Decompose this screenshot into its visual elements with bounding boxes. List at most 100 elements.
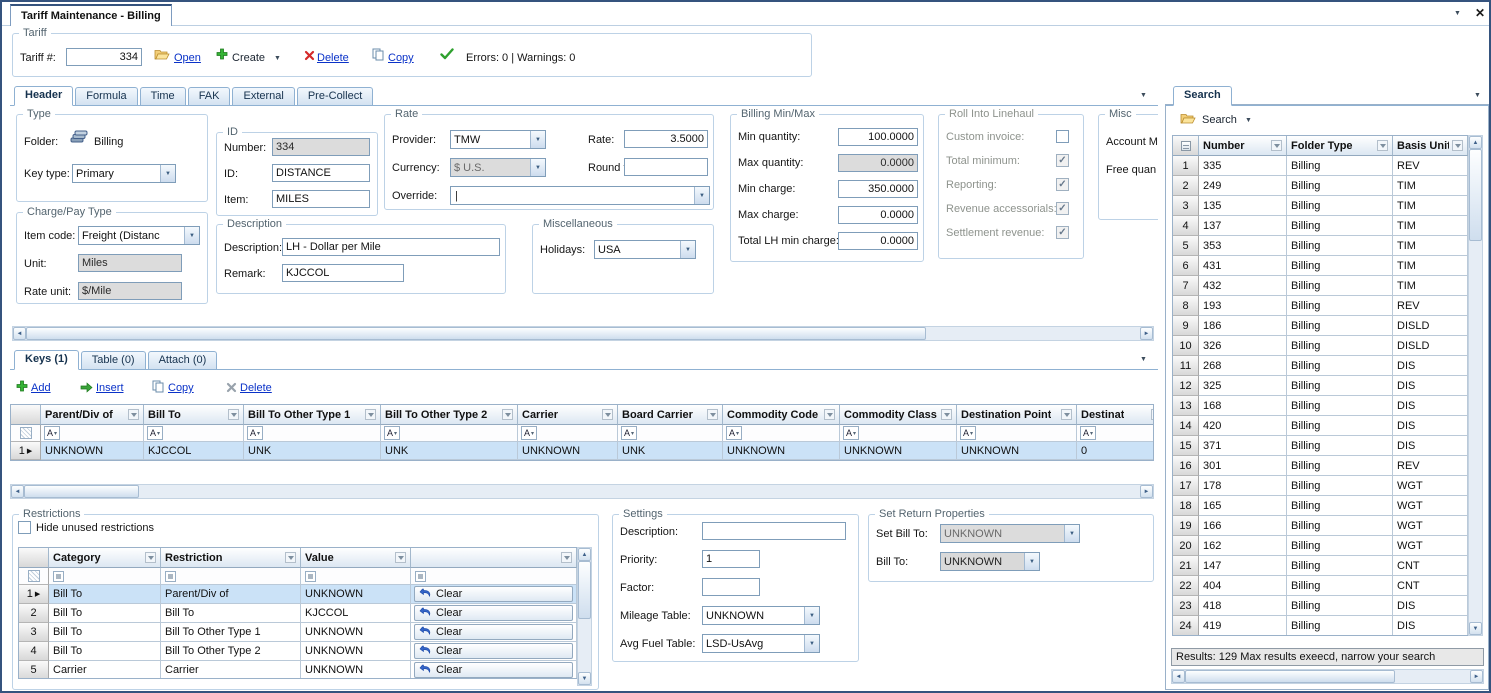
dropdown-arrow-icon[interactable]: ▼	[804, 607, 819, 624]
search-result-row[interactable]: 12325BillingDIS	[1173, 376, 1468, 396]
search-result-row[interactable]: 3135BillingTIM	[1173, 196, 1468, 216]
search-cell[interactable]: Billing	[1287, 596, 1393, 616]
id-field[interactable]: DISTANCE	[272, 164, 370, 182]
restrictions-row[interactable]: 2Bill ToBill ToKJCCOLClear	[19, 604, 577, 623]
restrictions-vscrollbar[interactable]: ▲ ▼	[577, 547, 592, 686]
restrictions-cell[interactable]: Bill To	[161, 604, 301, 623]
dropdown-arrow-icon[interactable]: ▼	[184, 227, 199, 244]
search-cell[interactable]: 147	[1199, 556, 1287, 576]
search-result-row[interactable]: 14420BillingDIS	[1173, 416, 1468, 436]
restrictions-cell[interactable]: Bill To	[49, 585, 161, 604]
description-field[interactable]: LH - Dollar per Mile	[282, 238, 500, 256]
restrictions-row[interactable]: 1▶Bill ToParent/Div ofUNKNOWNClear	[19, 585, 577, 604]
column-filter-icon[interactable]	[228, 409, 239, 420]
filter-box-icon[interactable]	[53, 571, 64, 582]
search-cell[interactable]: 371	[1199, 436, 1287, 456]
dropdown-arrow-icon[interactable]: ▼	[1024, 553, 1039, 570]
search-column-header-number[interactable]: Number	[1199, 136, 1287, 156]
search-cell[interactable]: 420	[1199, 416, 1287, 436]
search-cell[interactable]: Billing	[1287, 536, 1393, 556]
keys-cell[interactable]: KJCCOL	[144, 442, 244, 460]
mileage-table-select[interactable]: UNKNOWN▼	[702, 606, 820, 625]
override-select[interactable]: |▼	[450, 186, 710, 205]
column-filter-icon[interactable]	[707, 409, 718, 420]
keys-column-header-parent-div-of[interactable]: Parent/Div of	[41, 405, 144, 425]
restrictions-cell[interactable]: Bill To Other Type 1	[161, 623, 301, 642]
row-header[interactable]: 11	[1173, 356, 1199, 376]
search-cell[interactable]: 135	[1199, 196, 1287, 216]
restrictions-cell[interactable]: Carrier	[161, 661, 301, 679]
restrictions-cell[interactable]: Bill To	[49, 642, 161, 661]
text-filter-icon[interactable]: A▾	[384, 426, 400, 440]
restrictions-filter-cell[interactable]	[49, 568, 161, 585]
keys-cell[interactable]: UNKNOWN	[840, 442, 957, 460]
row-header[interactable]: 19	[1173, 516, 1199, 536]
search-cell[interactable]: DIS	[1393, 436, 1468, 456]
scroll-down-icon[interactable]: ▼	[1469, 622, 1482, 635]
roll-checkbox[interactable]: ✓	[1056, 178, 1069, 191]
delete-button[interactable]: Delete	[317, 52, 349, 64]
restrictions-cell[interactable]: KJCCOL	[301, 604, 411, 623]
dropdown-arrow-icon[interactable]: ▼	[160, 165, 175, 182]
row-header[interactable]: 14	[1173, 416, 1199, 436]
tab-search[interactable]: Search	[1173, 86, 1232, 106]
text-filter-icon[interactable]: A▾	[726, 426, 742, 440]
row-header[interactable]: 2	[19, 604, 49, 623]
filter-options-icon[interactable]	[28, 570, 40, 582]
search-cell[interactable]: 325	[1199, 376, 1287, 396]
row-header[interactable]: 5	[1173, 236, 1199, 256]
filter-box-icon[interactable]	[165, 571, 176, 582]
keys-filter-cell[interactable]: A▾	[723, 425, 840, 442]
search-vscrollbar[interactable]: ▲ ▼	[1468, 135, 1483, 636]
search-cell[interactable]: Billing	[1287, 376, 1393, 396]
column-filter-icon[interactable]	[1271, 140, 1282, 151]
dropdown-arrow-icon[interactable]: ▼	[530, 131, 545, 148]
restrictions-cell[interactable]: Bill To	[49, 623, 161, 642]
keys-filter-cell[interactable]: A▾	[840, 425, 957, 442]
row-header[interactable]: 15	[1173, 436, 1199, 456]
dropdown-arrow-icon[interactable]: ▼	[680, 241, 695, 258]
column-filter-icon[interactable]	[145, 552, 156, 563]
restrictions-column-header-value[interactable]: Value	[301, 548, 411, 568]
tab-time[interactable]: Time	[140, 87, 186, 105]
text-filter-icon[interactable]: A▾	[843, 426, 859, 440]
row-header[interactable]: 9	[1173, 316, 1199, 336]
tab-attach-0[interactable]: Attach (0)	[148, 351, 218, 369]
search-cell[interactable]: 137	[1199, 216, 1287, 236]
keys-filter-cell[interactable]: A▾	[618, 425, 723, 442]
keys-filter-cell[interactable]: A▾	[144, 425, 244, 442]
window-close-icon[interactable]: ✕	[1475, 6, 1485, 20]
search-result-row[interactable]: 9186BillingDISLD	[1173, 316, 1468, 336]
text-filter-icon[interactable]: A▾	[147, 426, 163, 440]
search-cell[interactable]: Billing	[1287, 516, 1393, 536]
provider-select[interactable]: TMW▼	[450, 130, 546, 149]
scroll-down-icon[interactable]: ▼	[578, 672, 591, 685]
scroll-track[interactable]	[1395, 670, 1470, 683]
copy-button[interactable]: Copy	[388, 52, 414, 64]
row-header[interactable]: 10	[1173, 336, 1199, 356]
search-cell[interactable]: Billing	[1287, 496, 1393, 516]
search-cell[interactable]: Billing	[1287, 236, 1393, 256]
billing-field-input[interactable]: 100.0000	[838, 128, 918, 146]
search-result-row[interactable]: 24419BillingDIS	[1173, 616, 1468, 636]
tab-fak[interactable]: FAK	[188, 87, 231, 105]
restrictions-row[interactable]: 5CarrierCarrierUNKNOWNClear	[19, 661, 577, 679]
search-cell[interactable]: WGT	[1393, 516, 1468, 536]
keys-cell[interactable]: UNK	[618, 442, 723, 460]
search-result-row[interactable]: 18165BillingWGT	[1173, 496, 1468, 516]
keys-filter-cell[interactable]: A▾	[518, 425, 618, 442]
search-cell[interactable]: 268	[1199, 356, 1287, 376]
row-header[interactable]: 8	[1173, 296, 1199, 316]
text-filter-icon[interactable]: A▾	[621, 426, 637, 440]
row-header[interactable]: 4	[1173, 216, 1199, 236]
factor-field[interactable]	[702, 578, 760, 596]
search-cell[interactable]: Billing	[1287, 316, 1393, 336]
settings-description-field[interactable]	[702, 522, 846, 540]
search-cell[interactable]: WGT	[1393, 496, 1468, 516]
search-cell[interactable]: 301	[1199, 456, 1287, 476]
scroll-right-icon[interactable]: ►	[1140, 485, 1153, 498]
column-filter-icon[interactable]	[285, 552, 296, 563]
keys-column-header-bill-to-other-type-2[interactable]: Bill To Other Type 2	[381, 405, 518, 425]
search-cell[interactable]: 418	[1199, 596, 1287, 616]
search-cell[interactable]: Billing	[1287, 276, 1393, 296]
